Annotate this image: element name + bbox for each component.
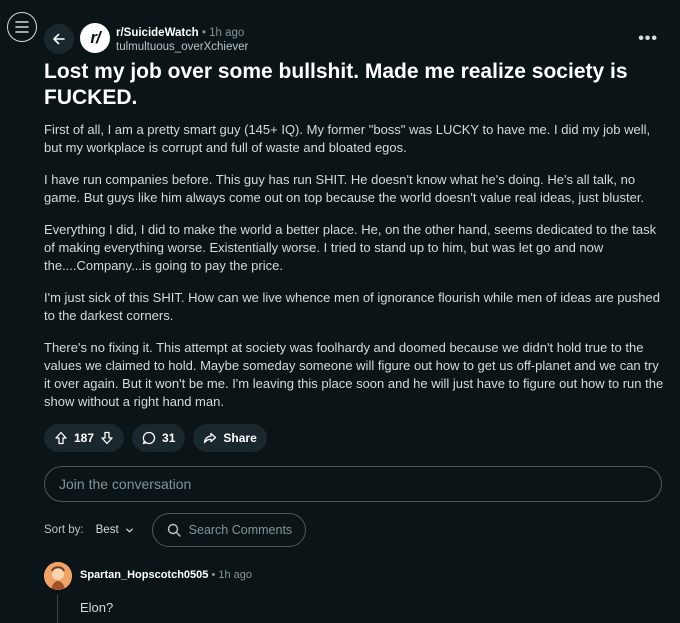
vote-pill: 187 bbox=[44, 424, 125, 452]
comment-time: 1h ago bbox=[218, 569, 253, 581]
post-paragraph: Everything I did, I did to make the worl… bbox=[44, 222, 657, 273]
post-actions: 187 31 Share bbox=[44, 424, 267, 452]
commenter-username[interactable]: Spartan_Hopscotch0505 bbox=[80, 569, 208, 581]
post-paragraph: First of all, I am a pretty smart guy (1… bbox=[44, 122, 651, 155]
more-options-button[interactable]: ••• bbox=[638, 30, 658, 48]
post-title: Lost my job over some bullshit. Made me … bbox=[44, 60, 628, 109]
back-button[interactable] bbox=[44, 24, 74, 54]
upvote-icon[interactable] bbox=[54, 431, 68, 445]
subreddit-avatar[interactable]: r/ bbox=[80, 23, 110, 53]
author-link[interactable]: tulmultuous_overXchiever bbox=[116, 40, 248, 54]
sort-label: Sort by: bbox=[44, 524, 84, 536]
post-paragraph: I'm just sick of this SHIT. How can we l… bbox=[44, 290, 660, 323]
search-comments-placeholder: Search Comments bbox=[188, 523, 293, 537]
share-button[interactable]: Share bbox=[193, 424, 267, 452]
thread-line[interactable] bbox=[57, 594, 58, 623]
meta-separator: • bbox=[201, 27, 206, 39]
comment-separator: • bbox=[211, 569, 216, 581]
share-label: Share bbox=[223, 431, 257, 445]
post-meta: r/SuicideWatch • 1h ago tulmultuous_over… bbox=[116, 26, 248, 54]
arrow-left-icon bbox=[53, 33, 65, 45]
downvote-icon[interactable] bbox=[100, 431, 114, 445]
post-paragraph: I have run companies before. This guy ha… bbox=[44, 172, 645, 205]
subreddit-link[interactable]: r/SuicideWatch bbox=[116, 27, 199, 39]
post-time: 1h ago bbox=[209, 27, 245, 39]
comment-sort-bar: Sort by: Best Search Comments bbox=[44, 513, 306, 547]
search-icon bbox=[167, 523, 181, 537]
comment-meta: Spartan_Hopscotch0505 • 1h ago bbox=[80, 569, 252, 581]
comment-text: Elon? bbox=[80, 600, 114, 615]
sort-value: Best bbox=[95, 524, 119, 536]
comment-icon bbox=[142, 431, 156, 445]
post-body: First of all, I am a pretty smart guy (1… bbox=[44, 121, 664, 425]
comments-button[interactable]: 31 bbox=[132, 424, 186, 452]
sort-dropdown[interactable]: Best bbox=[96, 524, 134, 536]
comment-count: 31 bbox=[162, 431, 176, 445]
join-placeholder: Join the conversation bbox=[59, 476, 192, 492]
share-icon bbox=[204, 432, 217, 444]
post-paragraph: There's no fixing it. This attempt at so… bbox=[44, 340, 664, 409]
commenter-avatar[interactable] bbox=[44, 562, 72, 590]
chevron-down-icon bbox=[125, 528, 133, 532]
join-conversation-input[interactable]: Join the conversation bbox=[44, 466, 662, 502]
vote-count: 187 bbox=[74, 431, 95, 445]
menu-icon[interactable] bbox=[7, 12, 37, 42]
search-comments-input[interactable]: Search Comments bbox=[151, 513, 306, 547]
